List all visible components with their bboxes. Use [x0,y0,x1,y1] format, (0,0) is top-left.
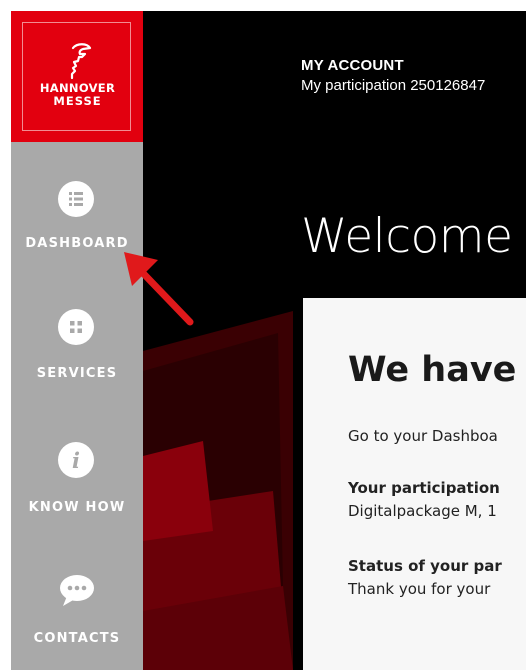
sidebar-item-label: SERVICES [36,366,118,381]
sidebar-item-label: DASHBOARD [25,236,129,251]
account-title: MY ACCOUNT [301,57,404,74]
svg-text:i: i [72,448,80,473]
sidebar-item-services[interactable]: SERVICES [11,296,143,418]
participation-value: Digitalpackage M, 1 [348,502,497,520]
sidebar: HANNOVER MESSE DASHBOARD SERVICES i KNOW… [11,11,143,670]
status-value: Thank you for your [348,580,491,598]
logo-text-hannover: HANNOVER [39,81,116,95]
sidebar-item-dashboard[interactable]: DASHBOARD [11,161,143,283]
welcome-heading: Welcome [301,209,513,264]
info-icon: i [58,442,94,478]
hannover-messe-head-icon [70,43,92,80]
participation-label: Your participation [348,479,500,497]
list-icon [58,181,94,217]
grid-icon [58,309,94,345]
logo[interactable]: HANNOVER MESSE [11,11,143,142]
participation-number: My participation 250126847 [301,77,486,94]
sidebar-item-contacts[interactable]: CONTACTS [11,559,143,670]
main-content: MY ACCOUNT My participation 250126847 We… [143,11,526,670]
chat-bubble-icon [60,575,94,606]
dashboard-intro-text: Go to your Dashboa [348,427,498,445]
sidebar-item-label: CONTACTS [33,631,121,646]
top-strip [0,0,526,11]
logo-text-messe: MESSE [53,94,102,108]
card-heading: We have [348,350,517,390]
sidebar-item-label: KNOW HOW [28,500,126,515]
status-label: Status of your par [348,557,502,575]
logo-frame: HANNOVER MESSE [22,22,131,131]
sidebar-item-know-how[interactable]: i KNOW HOW [11,426,143,548]
welcome-card: We have Go to your Dashboa Your particip… [303,298,526,670]
